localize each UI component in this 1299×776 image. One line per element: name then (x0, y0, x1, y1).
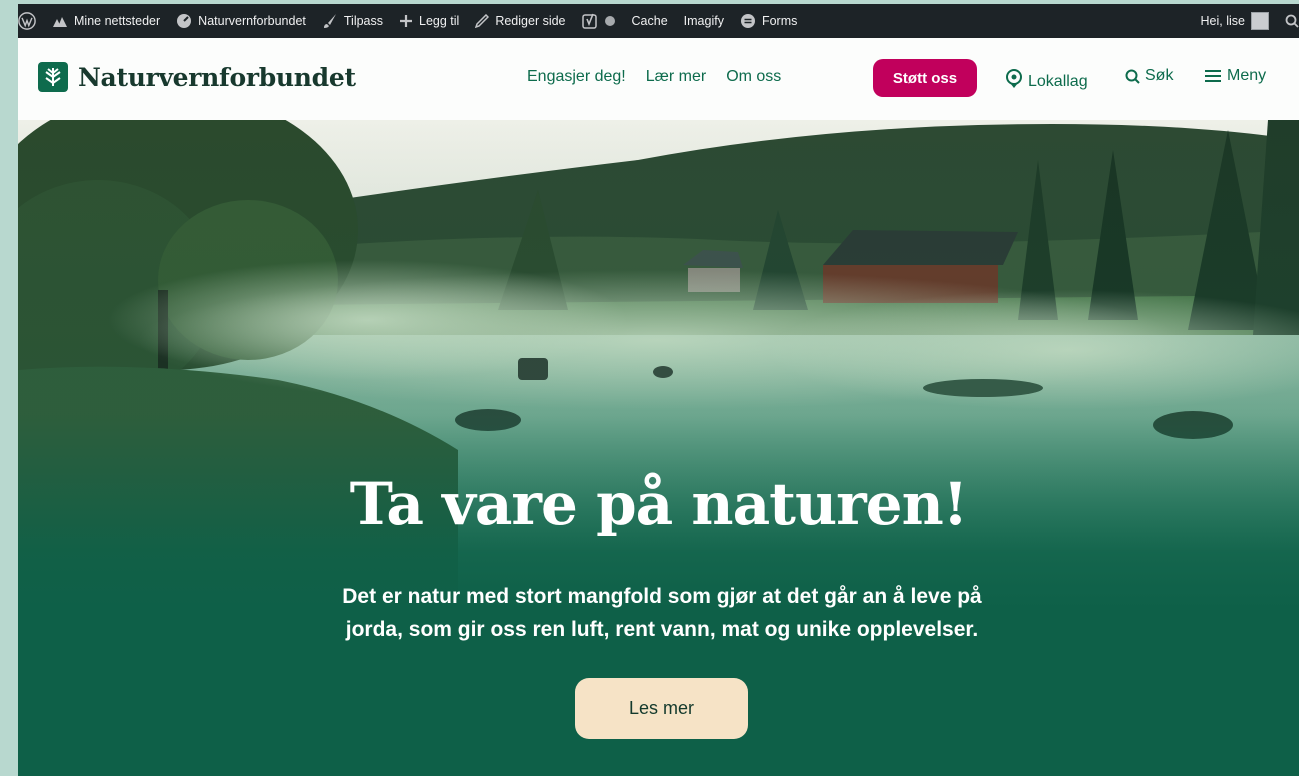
local-chapters-link[interactable]: Lokallag (1005, 67, 1088, 91)
account-menu[interactable]: Hei, lise (1193, 4, 1277, 38)
search-label: Søk (1145, 67, 1174, 84)
nav-laer-mer[interactable]: Lær mer (646, 68, 706, 86)
hamburger-menu-icon (1205, 70, 1221, 82)
main-navigation: Engasjer deg! Lær mer Om oss (527, 68, 781, 86)
customize-label: Tilpass (343, 14, 384, 28)
site-name-label: Naturvernforbundet (198, 14, 306, 28)
site-name-menu[interactable]: Naturvernforbundet (168, 4, 314, 38)
status-dot-icon (604, 16, 615, 26)
imagify-menu[interactable]: Imagify (676, 4, 732, 38)
sites-icon (53, 17, 67, 27)
search-button[interactable]: Søk (1125, 67, 1173, 85)
read-more-button[interactable]: Les mer (575, 678, 748, 739)
hero-description-line-2: jorda, som gir oss ren luft, rent vann, … (345, 618, 979, 641)
cache-menu[interactable]: Cache (624, 4, 676, 38)
menu-label: Meny (1227, 67, 1267, 84)
nav-om-oss[interactable]: Om oss (726, 68, 781, 86)
hero-description-line-1: Det er natur med stort mangfold som gjør… (342, 585, 982, 608)
yoast-icon (581, 13, 597, 29)
local-chapters-label: Lokallag (1028, 73, 1088, 90)
forms-menu[interactable]: Forms (732, 4, 805, 38)
edit-page-label: Rediger side (495, 14, 566, 28)
seo-menu[interactable] (574, 4, 624, 38)
search-icon (1125, 69, 1140, 84)
my-sites-label: Mine nettsteder (74, 14, 161, 28)
wordpress-icon (18, 12, 36, 30)
forms-icon (740, 14, 755, 28)
plus-icon (400, 15, 413, 27)
logo-text: Naturvernforbundet (78, 62, 356, 92)
site-logo[interactable]: Naturvernforbundet (38, 62, 356, 92)
forms-label: Forms (761, 14, 798, 28)
logo-leaf-icon (38, 62, 68, 92)
cache-label: Cache (631, 14, 668, 28)
location-pin-icon (1006, 69, 1022, 88)
brush-icon (323, 14, 336, 28)
admin-search-button[interactable] (1277, 4, 1299, 38)
nav-engasjer-deg[interactable]: Engasjer deg! (527, 68, 626, 86)
wordpress-logo-button[interactable] (18, 4, 44, 38)
my-sites-menu[interactable]: Mine nettsteder (44, 4, 168, 38)
site-header: Naturvernforbundet Engasjer deg! Lær mer… (18, 38, 1299, 120)
imagify-label: Imagify (683, 14, 724, 28)
search-icon (1285, 14, 1299, 28)
hero-section: Ta vare på naturen! Det er natur med sto… (18, 120, 1299, 776)
avatar (1251, 12, 1269, 30)
menu-button[interactable]: Meny (1204, 67, 1266, 85)
dashboard-icon (177, 14, 192, 28)
greeting-label: Hei, lise (1200, 14, 1245, 28)
hero-title: Ta vare på naturen! (349, 470, 968, 538)
customize-button[interactable]: Tilpass (314, 4, 391, 38)
support-button[interactable]: Støtt oss (873, 59, 977, 97)
admin-bar: Mine nettsteder Naturvernforbundet Tilpa… (18, 4, 1299, 38)
pencil-icon (475, 14, 490, 28)
hero-description: Det er natur med stort mangfold som gjør… (258, 580, 1066, 646)
browser-viewport: Mine nettsteder Naturvernforbundet Tilpa… (18, 4, 1299, 776)
edit-page-button[interactable]: Rediger side (467, 4, 573, 38)
add-new-menu[interactable]: Legg til (391, 4, 467, 38)
add-new-label: Legg til (419, 14, 460, 28)
